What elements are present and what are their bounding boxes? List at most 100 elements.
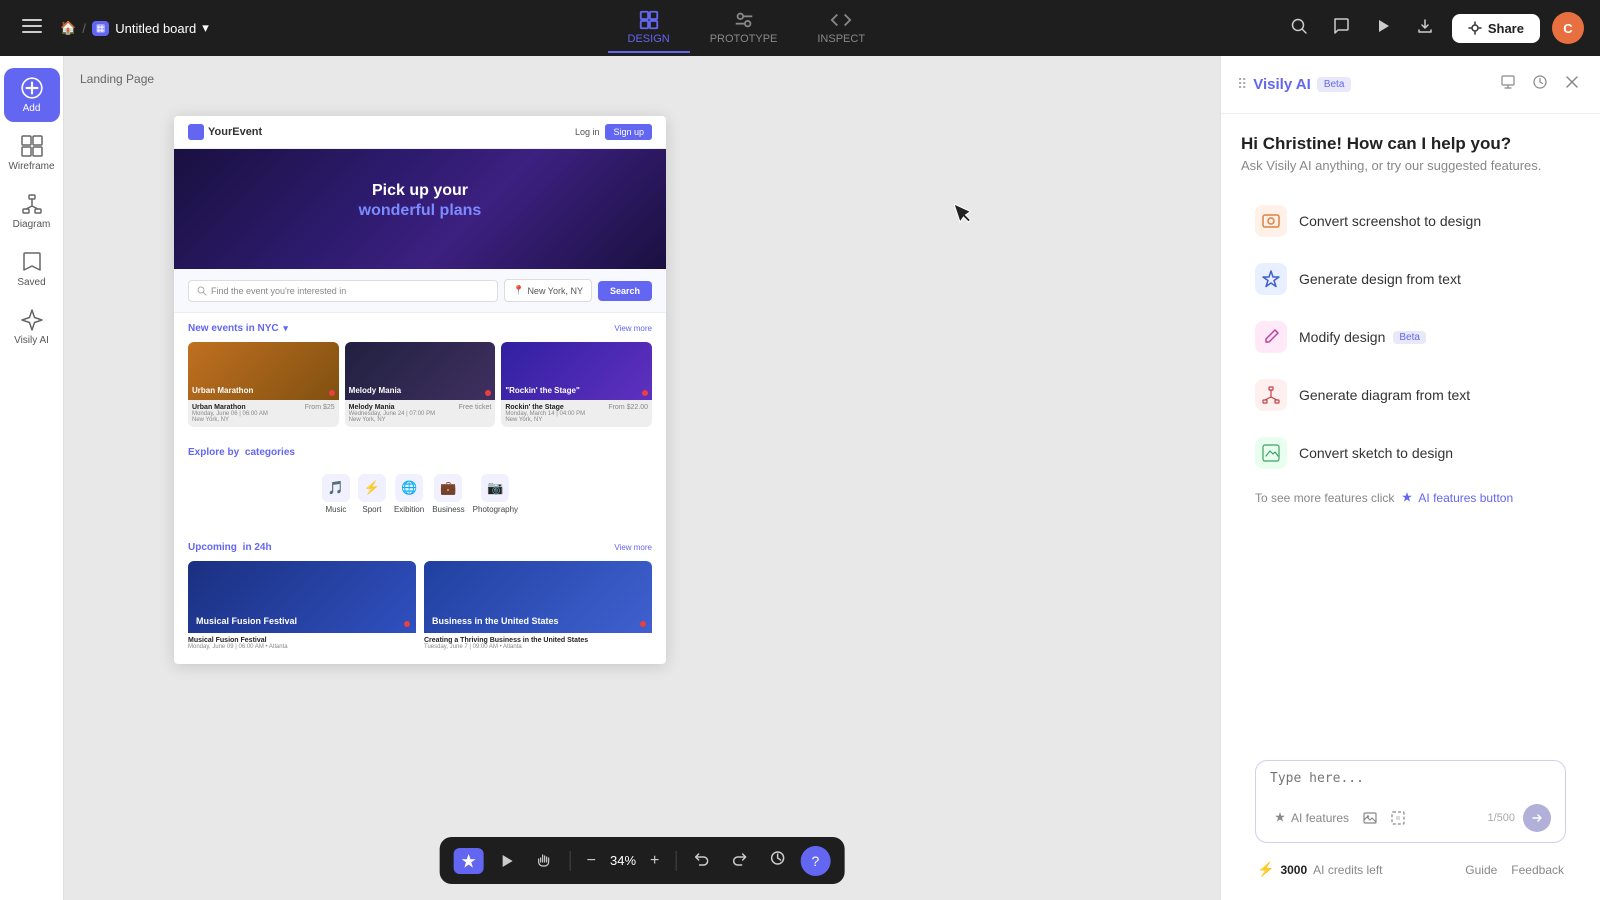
chat-toolbar-right: 1/500 xyxy=(1487,804,1551,832)
tab-prototype[interactable]: PROTOTYPE xyxy=(690,3,798,53)
main-area: Add Wireframe Diagram Saved Visily AI La… xyxy=(0,56,1600,900)
upcoming-date-festival: Monday, June 09 | 06:00 AM • Atlanta xyxy=(188,644,416,650)
chat-input-toolbar: AI features 1/500 xyxy=(1270,804,1551,832)
feedback-link[interactable]: Feedback xyxy=(1511,863,1564,877)
list-item: 💼 Business xyxy=(432,474,464,514)
download-button[interactable] xyxy=(1410,11,1440,46)
right-panel: ⠿ Visily AI Beta Hi Christine! How can xyxy=(1220,56,1600,900)
sidebar-item-diagram[interactable]: Diagram xyxy=(4,184,60,238)
mock-upcoming-view-more: View more xyxy=(614,543,652,552)
panel-close-button[interactable] xyxy=(1560,70,1584,99)
modify-beta-tag: Beta xyxy=(1393,331,1426,344)
history-button[interactable] xyxy=(762,845,792,876)
upcoming-dot-business xyxy=(640,621,646,627)
mock-section-city: NYC xyxy=(257,323,278,334)
bottom-toolbar: − 34% + ? xyxy=(440,837,845,884)
undo-button[interactable] xyxy=(686,845,716,876)
zoom-in-button[interactable]: + xyxy=(644,849,665,873)
mock-upcoming-grid: Musical Fusion Festival Musical Fusion F… xyxy=(188,561,652,654)
cat-label-music: Music xyxy=(326,505,347,514)
redo-button[interactable] xyxy=(724,845,754,876)
event-info-melody: Melody Mania Free ticket Wednesday, June… xyxy=(345,400,496,427)
help-button[interactable]: ? xyxy=(800,846,830,876)
user-avatar[interactable]: C xyxy=(1552,12,1584,44)
sketch-feature-icon xyxy=(1255,437,1287,469)
present-button[interactable] xyxy=(1368,11,1398,46)
canvas-area[interactable]: Landing Page YourEvent Log in Sign up Pi… xyxy=(64,56,1220,900)
cat-label-business: Business xyxy=(432,505,464,514)
feature-label-screenshot: Convert screenshot to design xyxy=(1299,213,1481,229)
greeting-title: Hi Christine! How can I help you? xyxy=(1241,134,1580,154)
feature-item-sketch[interactable]: Convert sketch to design xyxy=(1241,425,1580,481)
top-bar-right: Share C xyxy=(1284,11,1584,46)
mock-section-title: New events in NYC ▾ xyxy=(188,323,288,334)
diagram-feature-icon xyxy=(1255,379,1287,411)
feature-item-diagram[interactable]: Generate diagram from text xyxy=(1241,367,1580,423)
chat-input[interactable] xyxy=(1270,771,1551,791)
upcoming-dot-festival xyxy=(404,621,410,627)
sidebar-item-add[interactable]: Add xyxy=(4,68,60,122)
upcoming-info-festival: Musical Fusion Festival Monday, June 09 … xyxy=(188,633,416,654)
credits-amount: 3000 xyxy=(1280,863,1307,877)
tab-inspect[interactable]: INSPECT xyxy=(797,3,885,53)
mock-location: 📍 New York, NY xyxy=(504,279,592,302)
mock-view-more: View more xyxy=(614,324,652,333)
mock-nav-right: Log in Sign up xyxy=(575,124,652,140)
mock-categories-header: Explore by categories xyxy=(188,447,652,458)
image-upload-btn[interactable] xyxy=(1360,808,1380,828)
mock-login-link: Log in xyxy=(575,127,600,137)
ai-toolbar-button[interactable] xyxy=(454,848,484,874)
feature-item-screenshot[interactable]: Convert screenshot to design xyxy=(1241,193,1580,249)
send-button[interactable] xyxy=(1523,804,1551,832)
zoom-out-button[interactable]: − xyxy=(581,849,602,873)
zoom-level: 34% xyxy=(610,853,636,868)
panel-header-actions xyxy=(1496,70,1584,99)
sidebar-item-saved[interactable]: Saved xyxy=(4,242,60,296)
table-row: "Rockin' the Stage" Rockin' the Stage Fr… xyxy=(501,342,652,427)
mock-upcoming-header: Upcoming in 24h View more xyxy=(188,542,652,553)
mock-search-area: Find the event you're interested in 📍 Ne… xyxy=(174,269,666,313)
mock-section-title-text: New events in xyxy=(188,323,255,334)
toolbar-separator xyxy=(570,851,571,871)
cat-label-exibition: Exibition xyxy=(394,505,424,514)
guide-link[interactable]: Guide xyxy=(1465,863,1497,877)
mock-location-text: New York, NY xyxy=(527,286,583,296)
mock-upcoming-title: Upcoming in 24h xyxy=(188,542,272,553)
home-link[interactable]: 🏠 xyxy=(60,20,76,36)
event-dot-rockin xyxy=(642,390,648,396)
feature-item-generate[interactable]: Generate design from text xyxy=(1241,251,1580,307)
mock-hero: Pick up your wonderful plans xyxy=(174,149,666,269)
sidebar-item-visily[interactable]: Visily AI xyxy=(4,300,60,354)
mock-cat-highlight: categories xyxy=(245,447,295,458)
feature-item-modify[interactable]: Modify design Beta xyxy=(1241,309,1580,365)
screenshot-toolbar-btn[interactable] xyxy=(1388,808,1408,828)
list-item: 🎵 Music xyxy=(322,474,350,514)
tab-design[interactable]: DESIGN xyxy=(608,3,690,53)
mock-logo-icon xyxy=(188,124,204,140)
menu-button[interactable] xyxy=(16,10,48,47)
upcoming-name-festival: Musical Fusion Festival xyxy=(188,637,416,644)
ai-features-toolbar-btn[interactable]: AI features xyxy=(1270,808,1352,828)
share-button[interactable]: Share xyxy=(1452,14,1540,43)
table-row: Melody Mania Melody Mania Free ticket We… xyxy=(345,342,496,427)
search-button[interactable] xyxy=(1284,11,1314,46)
feature-label-generate: Generate design from text xyxy=(1299,271,1461,287)
mock-signup-btn: Sign up xyxy=(605,124,652,140)
cat-icon-photography: 📷 xyxy=(481,474,509,502)
play-toolbar-button[interactable] xyxy=(492,848,522,874)
hand-toolbar-button[interactable] xyxy=(530,848,560,874)
event-price-rockin: From $22.00 xyxy=(608,404,648,411)
panel-export-button[interactable] xyxy=(1496,70,1520,99)
credits-left: ⚡ 3000 AI credits left xyxy=(1257,861,1383,878)
toolbar-separator-2 xyxy=(675,851,676,871)
event-info-rockin: Rockin' the Stage From $22.00 Monday, Ma… xyxy=(501,400,652,427)
comment-button[interactable] xyxy=(1326,11,1356,46)
panel-history-button[interactable] xyxy=(1528,70,1552,99)
mock-categories-title: Explore by categories xyxy=(188,447,295,458)
cat-icon-business: 💼 xyxy=(434,474,462,502)
mock-search-placeholder: Find the event you're interested in xyxy=(211,286,346,296)
more-hint-btn: AI features button xyxy=(1418,491,1513,505)
sidebar-item-wireframe[interactable]: Wireframe xyxy=(4,126,60,180)
board-link[interactable]: ▦ Untitled board ▾ xyxy=(92,20,209,36)
panel-title-text: Visily AI xyxy=(1253,76,1311,93)
